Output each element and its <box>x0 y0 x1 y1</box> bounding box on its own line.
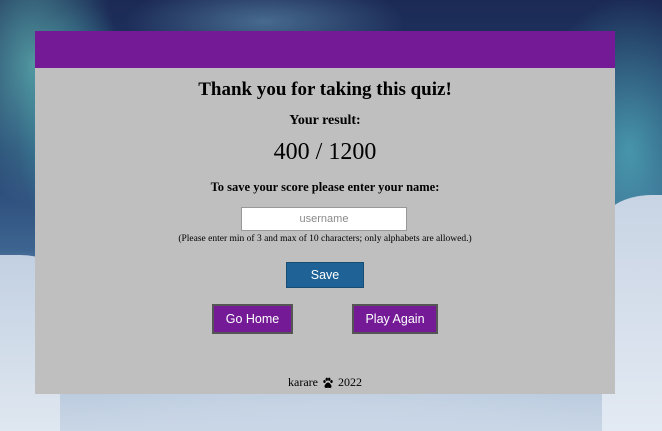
final-score: 400 / 1200 <box>273 139 377 165</box>
paw-icon <box>322 377 334 389</box>
result-label: Your result: <box>289 113 361 128</box>
footer: karare 2022 <box>35 375 615 390</box>
save-prompt: To save your score please enter your nam… <box>210 180 440 194</box>
end-quiz-card: Thank you for taking this quiz! Your res… <box>35 31 615 394</box>
footer-author: karare <box>288 375 318 389</box>
page-title: Thank you for taking this quiz! <box>198 79 452 100</box>
footer-year: 2022 <box>337 375 362 389</box>
card-header-bar <box>35 31 615 68</box>
save-button[interactable]: Save <box>286 262 364 288</box>
play-again-button[interactable]: Play Again <box>352 304 438 334</box>
username-hint: (Please enter min of 3 and max of 10 cha… <box>178 234 472 244</box>
go-home-button[interactable]: Go Home <box>212 304 293 334</box>
username-input[interactable] <box>241 207 407 231</box>
